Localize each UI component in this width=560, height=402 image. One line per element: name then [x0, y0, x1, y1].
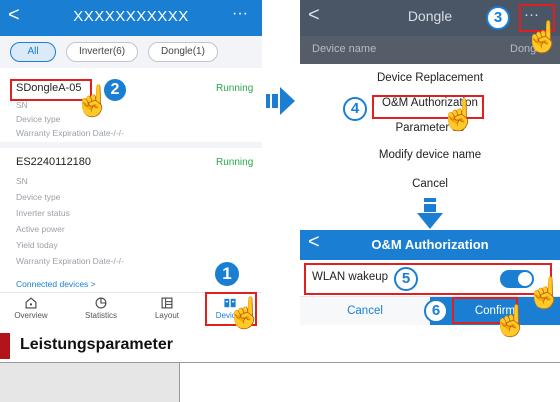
- nav-layout[interactable]: Layout: [142, 293, 192, 325]
- home-icon: [25, 297, 37, 309]
- connected-devices-link[interactable]: Connected devices >: [16, 279, 96, 289]
- device-name-label: Device name: [312, 43, 377, 55]
- status-badge: Running: [216, 83, 254, 94]
- field-device-type: Device type: [16, 192, 61, 202]
- nav-label: Statistics: [84, 311, 117, 320]
- nav-statistics[interactable]: Statistics: [76, 293, 126, 325]
- menu-device-replacement[interactable]: Device Replacement: [300, 72, 560, 84]
- more-icon[interactable]: ···: [232, 5, 248, 23]
- step-4-callout: 4: [343, 97, 367, 121]
- arrow-down-icon: [417, 198, 443, 229]
- step-1-callout: 1: [213, 260, 241, 288]
- step-6-callout: 6: [424, 299, 448, 323]
- step-3-callout: 3: [486, 6, 510, 30]
- pointing-hand-icon: ☝: [226, 297, 264, 330]
- filter-all[interactable]: All: [10, 42, 56, 62]
- pointing-hand-icon: ☝: [74, 85, 112, 118]
- status-badge: Running: [216, 157, 254, 168]
- action-menu: Device Replacement O&M Authorization Par…: [300, 64, 560, 198]
- table-header-cell: [0, 363, 180, 402]
- field-sn: SN: [16, 100, 28, 110]
- arrow-right-icon: [266, 87, 295, 115]
- field-device-type: Device type: [16, 114, 61, 124]
- pointing-hand-icon: ☝: [524, 21, 560, 54]
- menu-cancel[interactable]: Cancel: [300, 178, 560, 190]
- nav-overview[interactable]: Overview: [6, 293, 56, 325]
- page-title: O&M Authorization: [371, 237, 489, 252]
- field-yield-today: Yield today: [16, 240, 58, 250]
- device-name-row: Device name Dong: [300, 36, 560, 64]
- field-warranty: Warranty Expiration Date-/-/-: [16, 128, 124, 138]
- field-sn: SN: [16, 176, 28, 186]
- plant-title: XXXXXXXXXXX: [73, 8, 189, 25]
- nav-label: Layout: [154, 311, 180, 320]
- nav-label: Overview: [14, 311, 48, 320]
- field-inverter-status: Inverter status: [16, 208, 70, 218]
- pie-chart-icon: [95, 297, 107, 309]
- cancel-button[interactable]: Cancel: [300, 297, 430, 325]
- section-marker: [0, 333, 10, 359]
- step-5-callout: 5: [394, 267, 418, 291]
- pointing-hand-icon: ☝: [526, 277, 560, 310]
- layout-icon: [161, 297, 173, 309]
- menu-parameter-settings[interactable]: Parameter se: [300, 122, 560, 134]
- field-warranty: Warranty Expiration Date-/-/-: [16, 256, 124, 266]
- parameter-table-row: [0, 362, 560, 402]
- om-header: < O&M Authorization: [300, 230, 560, 260]
- filter-inverter[interactable]: Inverter(6): [66, 42, 138, 62]
- pointing-hand-icon: ☝: [440, 99, 478, 132]
- highlight-wlan-row: [304, 263, 552, 295]
- menu-modify-device-name[interactable]: Modify device name: [300, 149, 560, 161]
- pointing-hand-icon: ☝: [492, 305, 530, 338]
- filter-dongle[interactable]: Dongle(1): [148, 42, 218, 62]
- app-header: < XXXXXXXXXXX ···: [0, 0, 262, 36]
- field-active-power: Active power: [16, 224, 65, 234]
- device-name: ES2240112180: [16, 156, 92, 168]
- filter-bar: All Inverter(6) Dongle(1): [0, 36, 262, 68]
- section-heading: Leistungsparameter: [20, 336, 173, 353]
- device-card-inverter[interactable]: ES2240112180 Running SN Device type Inve…: [0, 148, 262, 266]
